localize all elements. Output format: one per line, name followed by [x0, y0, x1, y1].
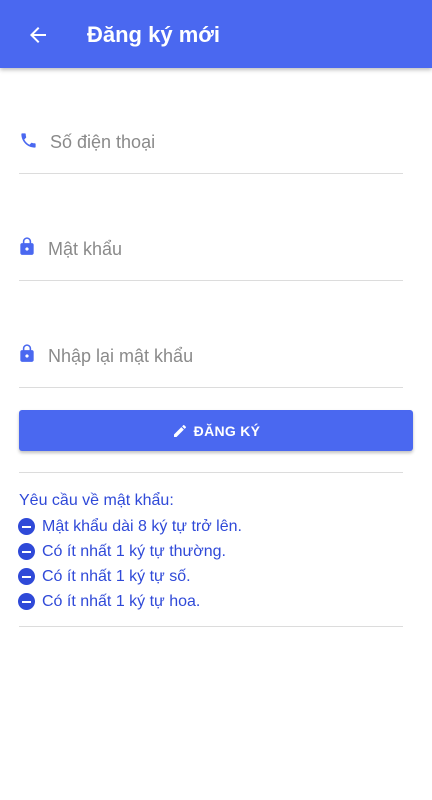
phone-field[interactable]: Số điện thoại [19, 123, 403, 174]
lock-icon [20, 237, 34, 255]
confirm-password-placeholder: Nhập lại mật khẩu [48, 346, 194, 366]
requirements-title: Yêu cầu về mật khẩu: [19, 492, 174, 509]
arrow-back-icon [30, 27, 46, 43]
requirement-text: Có ít nhất 1 ký tự thường. [42, 542, 226, 560]
requirement-item: Mật khẩu dài 8 ký tự trở lên. [18, 514, 242, 539]
phone-icon [21, 133, 36, 148]
app-bar: Đăng ký mới [0, 0, 432, 68]
lock-icon [20, 344, 34, 362]
page-title: Đăng ký mới [87, 22, 221, 47]
password-field[interactable]: Mật khẩu [19, 230, 403, 281]
divider-bottom [19, 626, 403, 627]
requirements-list: Mật khẩu dài 8 ký tự trở lên. Có ít nhất… [18, 514, 242, 614]
requirement-item: Có ít nhất 1 ký tự số. [18, 564, 242, 589]
minus-circle-icon [18, 543, 35, 560]
phone-placeholder: Số điện thoại [50, 132, 156, 152]
confirm-password-field[interactable]: Nhập lại mật khẩu [19, 337, 403, 388]
minus-circle-icon [18, 593, 35, 610]
back-button[interactable] [18, 16, 58, 54]
requirement-item: Có ít nhất 1 ký tự hoa. [18, 589, 242, 614]
register-button[interactable]: ĐĂNG KÝ [19, 410, 413, 451]
requirement-text: Có ít nhất 1 ký tự hoa. [42, 592, 201, 610]
minus-circle-icon [18, 518, 35, 535]
pencil-icon [173, 424, 186, 437]
minus-circle-icon [18, 568, 35, 585]
requirement-text: Có ít nhất 1 ký tự số. [42, 567, 191, 585]
divider-top [19, 472, 403, 473]
password-placeholder: Mật khẩu [48, 239, 123, 259]
requirement-item: Có ít nhất 1 ký tự thường. [18, 539, 242, 564]
register-button-label: ĐĂNG KÝ [193, 422, 261, 439]
requirement-text: Mật khẩu dài 8 ký tự trở lên. [42, 517, 242, 535]
